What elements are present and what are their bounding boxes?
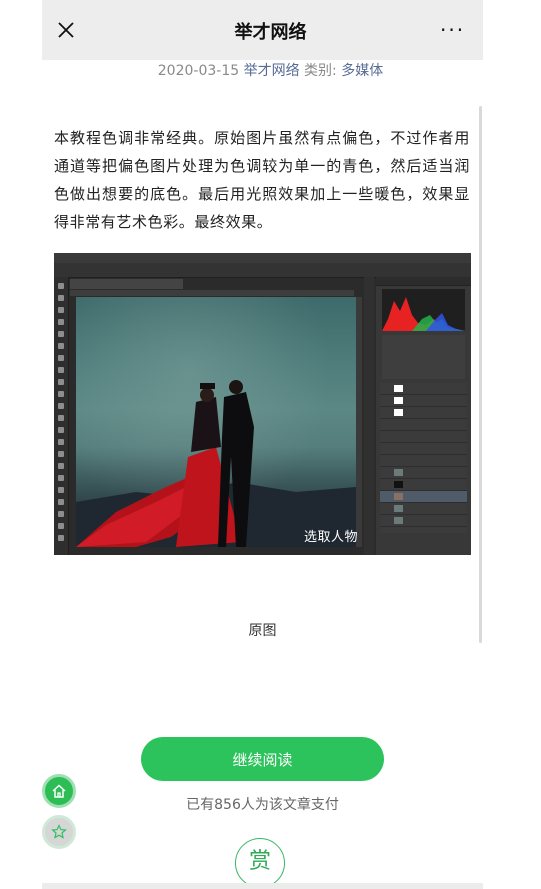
ps-adjustments: [382, 335, 465, 379]
category-link[interactable]: 多媒体: [341, 63, 383, 79]
screenshot-caption: 选取人物: [304, 530, 359, 545]
ps-toolbox: [54, 277, 69, 555]
ps-panels: [376, 277, 471, 555]
ps-mini-panel: [364, 277, 374, 555]
article-paragraph: 本教程色调非常经典。原始图片虽然有点偏色，不过作者用通道等把偏色图片处理为色调较…: [54, 129, 470, 231]
ps-ruler: [70, 290, 354, 296]
article-meta: 2020-03-15 举才网络 类别: 多媒体: [0, 60, 541, 80]
image-caption: 原图: [248, 623, 277, 639]
article-image: 选取人物: [54, 253, 471, 555]
category-label: 类别:: [304, 63, 337, 79]
ps-vertical-scrollbar: [356, 297, 362, 547]
scroll-indicator[interactable]: [479, 106, 482, 643]
author-link[interactable]: 举才网络: [244, 63, 300, 79]
paid-count-text: 已有856人为该文章支付: [186, 797, 339, 813]
ps-menubar: [54, 253, 471, 263]
publish-date: 2020-03-15: [157, 63, 240, 79]
favorite-button[interactable]: [42, 815, 76, 849]
ps-layers-panel: [380, 383, 467, 533]
ps-document-tab: [70, 279, 183, 289]
bottom-bar: [42, 883, 483, 889]
continue-reading-button[interactable]: 继续阅读: [141, 737, 384, 781]
home-button[interactable]: [42, 774, 76, 808]
photo-canvas: [76, 297, 356, 547]
ps-histogram: [382, 289, 465, 331]
reward-button[interactable]: 赏: [235, 838, 285, 888]
more-options-button[interactable]: ···: [440, 20, 465, 40]
ps-options-bar: [54, 263, 471, 278]
ps-status-bar: [70, 547, 356, 555]
